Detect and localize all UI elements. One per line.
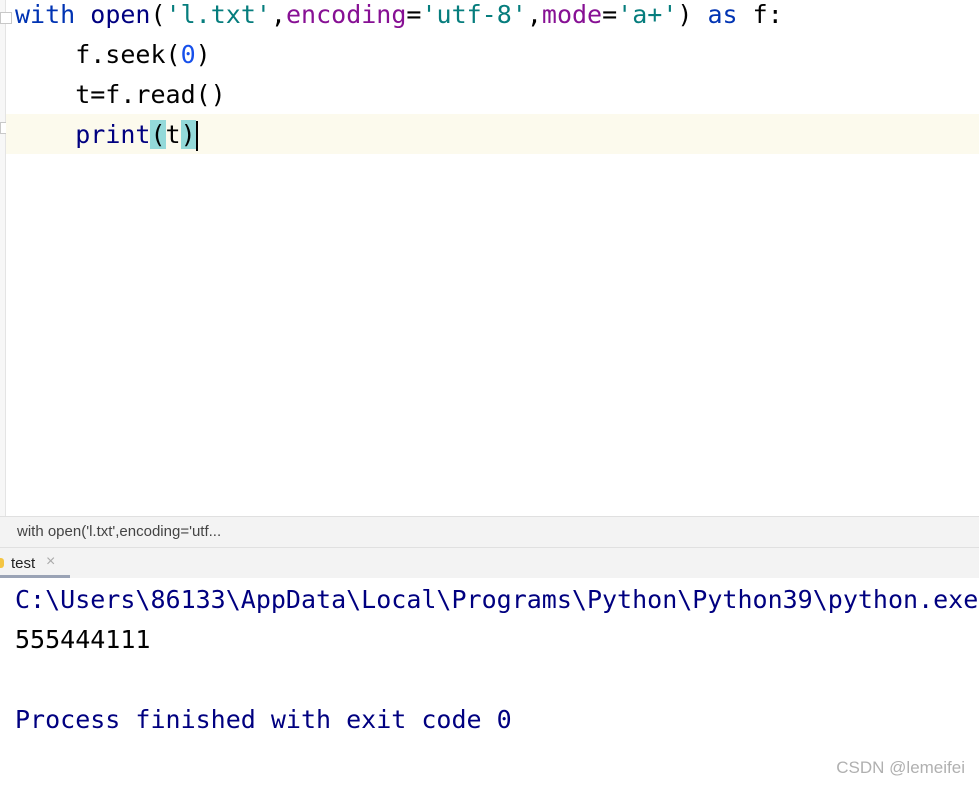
run-console[interactable]: C:\Users\86133\AppData\Local\Programs\Py… xyxy=(0,580,979,786)
code-token: print xyxy=(75,120,151,149)
console-output: 555444111 xyxy=(15,625,151,654)
code-token: t=f.read() xyxy=(15,80,226,109)
console-exit-message: Process finished with exit code 0 xyxy=(15,705,512,734)
code-token: 'l.txt' xyxy=(165,0,271,29)
code-token: ( xyxy=(150,120,166,149)
code-editor[interactable]: with open('l.txt',encoding='utf-8',mode=… xyxy=(0,0,979,516)
console-command: C:\Users\86133\AppData\Local\Programs\Py… xyxy=(15,585,979,614)
code-token: , xyxy=(526,0,542,29)
code-token: ) xyxy=(180,120,196,149)
code-token: ( xyxy=(150,0,166,29)
code-token: t xyxy=(165,120,181,149)
code-token: f.seek( xyxy=(15,40,181,69)
code-token: 'utf-8' xyxy=(421,0,527,29)
code-token: ) xyxy=(195,40,211,69)
code-line-4-current[interactable]: print(t) xyxy=(6,114,979,154)
code-token: as xyxy=(707,0,738,29)
code-token: open xyxy=(90,0,151,29)
code-token: , xyxy=(270,0,286,29)
code-token: with xyxy=(15,0,76,29)
breadcrumb[interactable]: with open('l.txt',encoding='utf... xyxy=(0,516,979,548)
tab-test[interactable]: test × xyxy=(0,548,70,578)
run-tabs: test × xyxy=(0,548,979,578)
code-line-2[interactable]: f.seek(0) xyxy=(15,37,211,77)
code-token: 0 xyxy=(180,40,196,69)
code-line-1[interactable]: with open('l.txt',encoding='utf-8',mode=… xyxy=(15,0,783,37)
watermark: CSDN @lemeifei xyxy=(836,758,965,777)
editor-gutter xyxy=(0,0,6,516)
fold-start-icon[interactable] xyxy=(0,12,12,24)
breadcrumb-item[interactable]: with open('l.txt',encoding='utf... xyxy=(17,523,221,540)
python-run-icon xyxy=(0,558,4,568)
code-token: f: xyxy=(737,0,783,29)
text-caret xyxy=(195,121,198,151)
code-token: 'a+' xyxy=(617,0,678,29)
close-icon[interactable]: × xyxy=(46,553,55,571)
code-token: ) xyxy=(677,0,708,29)
code-line-3[interactable]: t=f.read() xyxy=(15,77,226,117)
code-token: mode xyxy=(541,0,603,29)
tab-label: test xyxy=(11,555,36,572)
code-token: = xyxy=(406,0,422,29)
code-token: = xyxy=(602,0,618,29)
code-token: encoding xyxy=(285,0,407,29)
